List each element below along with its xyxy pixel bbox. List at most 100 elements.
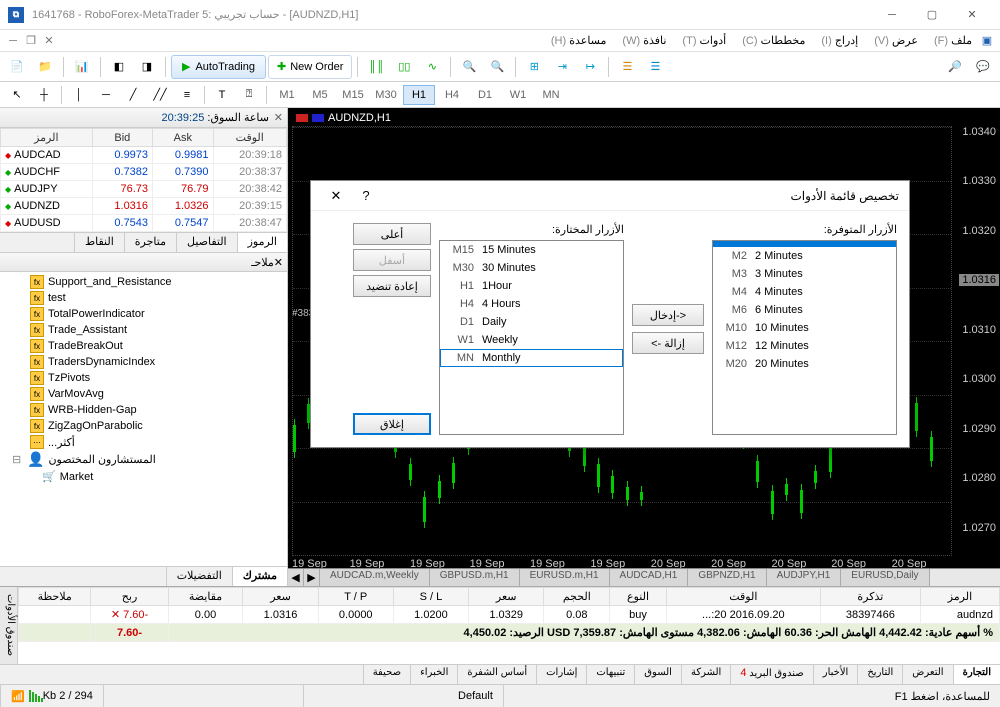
timeframe-W1[interactable]: W1 (502, 85, 534, 105)
dialog-help-button[interactable]: ? (351, 188, 381, 203)
chart-tab[interactable]: AUDCAD.m,Weekly (320, 569, 430, 586)
menu-charts[interactable]: مخططات (C) (734, 32, 813, 49)
chart-tab[interactable]: EURUSD.m,H1 (520, 569, 610, 586)
terminal-tab[interactable]: صحيفة (363, 665, 410, 684)
nav-indicator-node[interactable]: fxWRB-Hidden-Gap (0, 402, 287, 418)
channel-button[interactable]: ╱╱ (147, 84, 173, 106)
selected-item[interactable]: W1Weekly (440, 331, 623, 349)
available-listbox[interactable]: M22 MinutesM33 MinutesM44 MinutesM66 Min… (712, 240, 897, 435)
dialog-close-action[interactable]: إغلاق (353, 413, 431, 435)
nav-more[interactable]: ⋯...أكثر (0, 434, 287, 450)
line-chart-button[interactable]: ∿ (419, 55, 445, 79)
timeframe-M30[interactable]: M30 (370, 85, 402, 105)
navigator-close[interactable]: ✕ (274, 256, 283, 269)
terminal-tab[interactable]: التجارة (953, 665, 1000, 684)
available-item[interactable]: M33 Minutes (713, 265, 896, 283)
mw-tab[interactable]: النقاط (74, 233, 124, 252)
available-item[interactable]: M2020 Minutes (713, 355, 896, 373)
menu-view[interactable]: عرض (V) (866, 32, 926, 49)
label-button[interactable]: ⍰ (236, 84, 262, 106)
timeframe-MN[interactable]: MN (535, 85, 567, 105)
market-watch-row[interactable]: AUDCHF0.73820.739020:38:37 (1, 164, 287, 181)
chart-tab[interactable]: GBPUSD.m,H1 (430, 569, 520, 586)
terminal-tab[interactable]: الشركة (681, 665, 730, 684)
selected-item[interactable]: M3030 Minutes (440, 259, 623, 277)
available-item[interactable]: M44 Minutes (713, 283, 896, 301)
terminal-tab[interactable]: السوق (634, 665, 681, 684)
market-watch-row[interactable]: AUDUSD0.75430.754720:38:47 (1, 215, 287, 232)
timeframe-M15[interactable]: M15 (337, 85, 369, 105)
menu-insert[interactable]: إدراج (I) (813, 32, 866, 49)
tab-next[interactable]: ▶ (304, 569, 320, 586)
timeframe-H4[interactable]: H4 (436, 85, 468, 105)
nav-indicator-node[interactable]: fxTzPivots (0, 370, 287, 386)
nav-indicator-node[interactable]: fxTrade_Assistant (0, 322, 287, 338)
close-button[interactable]: ✕ (952, 5, 992, 25)
terminal-tab[interactable]: إشارات (536, 665, 586, 684)
available-item[interactable]: M1212 Minutes (713, 337, 896, 355)
selected-item[interactable]: D1Daily (440, 313, 623, 331)
market-watch-close[interactable]: ✕ (269, 111, 283, 124)
available-item[interactable]: M66 Minutes (713, 301, 896, 319)
mdi-min-icon[interactable]: ─ (6, 34, 20, 48)
chat-button[interactable]: 💬 (970, 55, 996, 79)
timeframe-M1[interactable]: M1 (271, 85, 303, 105)
chart-tab[interactable]: EURUSD,Daily (841, 569, 929, 586)
toolbox-vtab[interactable]: صندوق الأدوات (0, 587, 18, 664)
mdi-icon[interactable]: ▣ (980, 34, 994, 48)
mw-tab[interactable]: الرموز (237, 233, 287, 252)
market-depth-button[interactable]: 📊 (69, 55, 95, 79)
fibo-button[interactable]: ≡ (174, 84, 200, 106)
templates-button[interactable]: ☰ (642, 55, 668, 79)
profiles-button[interactable]: 📁 (32, 55, 58, 79)
nav-indicator-node[interactable]: fxTradeBreakOut (0, 338, 287, 354)
terminal-tab[interactable]: الأخبار (813, 665, 858, 684)
nav-indicator-node[interactable]: fxtest (0, 290, 287, 306)
market-watch-row[interactable]: AUDNZD1.03161.032620:39:15 (1, 198, 287, 215)
selected-item[interactable]: MNMonthly (440, 349, 623, 367)
terminal-tab[interactable]: التعرض (902, 665, 952, 684)
selected-item[interactable]: H11Hour (440, 277, 623, 295)
status-profile[interactable]: Default (303, 685, 503, 707)
chart-tab[interactable]: AUDJPY,H1 (767, 569, 842, 586)
remove-button[interactable]: إزالة -> (632, 332, 704, 354)
new-chart-button[interactable]: 📄 (4, 55, 30, 79)
nav-tab-common[interactable]: مشترك (232, 567, 287, 586)
crosshair-button[interactable]: ┼ (31, 84, 57, 106)
menu-window[interactable]: نافذة (W) (614, 32, 674, 49)
navigator-tree[interactable]: fxSupport_and_ResistancefxtestfxTotalPow… (0, 272, 287, 566)
tab-prev[interactable]: ◀ (288, 569, 304, 586)
terminal-button[interactable]: ◨ (134, 55, 160, 79)
auto-trading-button[interactable]: ▶ AutoTrading (171, 55, 266, 79)
terminal-tab[interactable]: صندوق البريد 4 (730, 665, 812, 684)
market-watch-row[interactable]: AUDJPY76.7376.7920:38:42 (1, 181, 287, 198)
mdi-restore-icon[interactable]: ❐ (24, 34, 38, 48)
status-connection[interactable]: 294 / 2 Kb 📶 (0, 685, 103, 707)
zoom-out-button[interactable]: 🔍 (484, 55, 510, 79)
scroll-button[interactable]: ⇥ (549, 55, 575, 79)
chart-tab[interactable]: AUDCAD,H1 (610, 569, 689, 586)
terminal-tab[interactable]: التاريخ (857, 665, 902, 684)
market-watch-row[interactable]: AUDCAD0.99730.998120:39:18 (1, 147, 287, 164)
mw-tab[interactable]: متاجرة (124, 233, 176, 252)
trade-row[interactable]: audnzd 38397466 2016.09.20 20:... buy 0.… (19, 606, 1000, 624)
nav-market[interactable]: 🛒Market (0, 469, 287, 484)
timeframe-H1[interactable]: H1 (403, 85, 435, 105)
mw-tab[interactable]: التفاصيل (176, 233, 237, 252)
zoom-in-button[interactable]: 🔍 (456, 55, 482, 79)
hline-button[interactable]: ─ (93, 84, 119, 106)
timeframe-M5[interactable]: M5 (304, 85, 336, 105)
text-button[interactable]: T (209, 84, 235, 106)
nav-indicator-node[interactable]: fxTotalPowerIndicator (0, 306, 287, 322)
selected-listbox[interactable]: M1515 MinutesM3030 MinutesH11HourH44 Hou… (439, 240, 624, 435)
cursor-button[interactable]: ↖ (4, 84, 30, 106)
vline-button[interactable]: │ (66, 84, 92, 106)
add-button[interactable]: <-إدخال (632, 304, 704, 326)
terminal-tab[interactable]: تنبيهات (586, 665, 634, 684)
mdi-close-icon[interactable]: ✕ (42, 34, 56, 48)
minimize-button[interactable]: ─ (872, 5, 912, 25)
nav-indicator-node[interactable]: fxSupport_and_Resistance (0, 274, 287, 290)
bar-chart-button[interactable]: ║║ (363, 55, 389, 79)
chart-tab[interactable]: GBPNZD,H1 (688, 569, 766, 586)
nav-tab-fav[interactable]: التفضيلات (166, 567, 232, 586)
